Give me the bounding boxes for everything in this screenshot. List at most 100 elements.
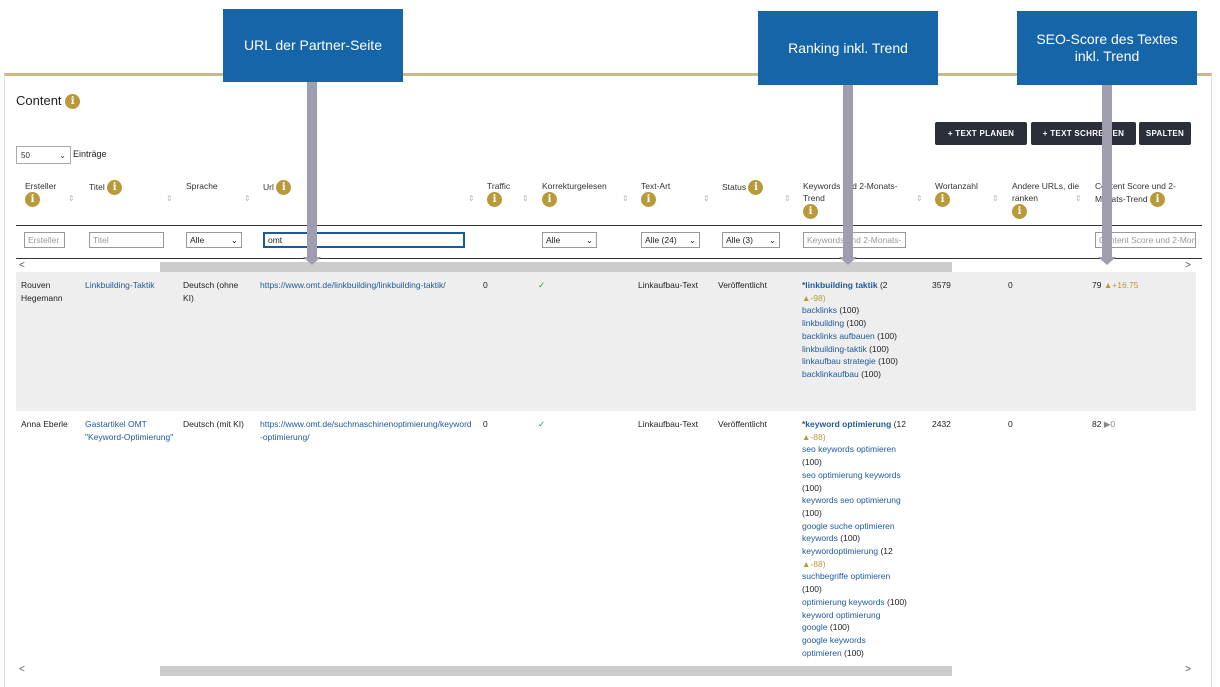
arrow-url bbox=[303, 82, 321, 265]
keyword-item[interactable]: (100) bbox=[802, 583, 922, 596]
url-link[interactable]: https://www.omt.de/linkbuilding/linkbuil… bbox=[260, 279, 472, 292]
sort-icon[interactable]: ⇕ bbox=[916, 194, 923, 203]
header-divider bbox=[16, 225, 1202, 226]
header-proofread[interactable]: Korrekturgelesen i bbox=[542, 180, 607, 207]
keyword-item[interactable]: keyword optimierung bbox=[802, 609, 922, 622]
sort-icon[interactable]: ⇕ bbox=[244, 194, 251, 203]
other-urls-cell: 0 bbox=[1008, 280, 1013, 290]
write-text-button[interactable]: + TEXT SCHREIBEN bbox=[1031, 122, 1136, 145]
info-icon[interactable]: i bbox=[107, 180, 123, 195]
keyword-item[interactable]: google suche optimieren bbox=[802, 520, 922, 533]
callout-seo: SEO-Score des Textes inkl. Trend bbox=[1017, 11, 1197, 85]
sort-icon[interactable]: ⇕ bbox=[68, 194, 75, 203]
sort-icon[interactable]: ⇕ bbox=[784, 194, 791, 203]
keyword-item[interactable]: google keywords bbox=[802, 634, 922, 647]
plan-text-button[interactable]: + TEXT PLANEN bbox=[935, 122, 1027, 145]
info-icon[interactable]: i bbox=[542, 192, 557, 207]
info-icon[interactable]: i bbox=[803, 204, 818, 219]
filter-type[interactable]: Alle (24) ⌄ bbox=[641, 232, 700, 248]
creator-cell: Anna Eberle bbox=[21, 419, 68, 429]
info-icon[interactable]: i bbox=[1012, 204, 1027, 219]
keyword-item[interactable]: linkaufbau strategie (100) bbox=[802, 355, 922, 368]
header-traffic[interactable]: Traffic i bbox=[487, 180, 510, 207]
keyword-item[interactable]: backlinkaufbau (100) bbox=[802, 368, 922, 381]
header-other-urls[interactable]: Andere URLs, die ranken i bbox=[1012, 180, 1082, 219]
words-cell: 3579 bbox=[932, 280, 951, 290]
info-icon[interactable]: i bbox=[65, 94, 81, 110]
creator-cell: Rouven Hegemann bbox=[21, 280, 63, 303]
sort-icon[interactable]: ⇕ bbox=[1075, 194, 1082, 203]
filter-keywords[interactable]: Keywords und 2-Monats- bbox=[803, 232, 906, 248]
info-icon[interactable]: i bbox=[487, 192, 502, 207]
sort-icon[interactable]: ⇕ bbox=[522, 194, 529, 203]
keyword-item[interactable]: suchbegriffe optimieren bbox=[802, 570, 922, 583]
filter-status[interactable]: Alle (3) ⌄ bbox=[722, 232, 780, 248]
header-title[interactable]: Titel i bbox=[89, 180, 123, 195]
keyword-item[interactable]: keywordoptimierung (12 bbox=[802, 545, 922, 558]
filter-url[interactable]: omt bbox=[263, 232, 465, 248]
status-cell: Veröffentlicht bbox=[718, 280, 767, 290]
keyword-item[interactable]: optimieren (100) bbox=[802, 647, 922, 660]
keyword-item[interactable]: keywords seo optimierung bbox=[802, 494, 922, 507]
keyword-item[interactable]: optimierung keywords (100) bbox=[802, 596, 922, 609]
trend-indicator: ▶0 bbox=[1103, 419, 1116, 429]
arrow-ranking bbox=[839, 85, 857, 265]
keywords-cell: *keyword optimierung (12 ▲-88) seo keywo… bbox=[802, 418, 922, 659]
check-icon: ✓ bbox=[538, 280, 546, 290]
header-words[interactable]: Wortanzahl i bbox=[935, 180, 978, 207]
keyword-item[interactable]: (100) bbox=[802, 482, 922, 495]
header-type[interactable]: Text-Art i bbox=[641, 180, 670, 207]
traffic-cell: 0 bbox=[483, 280, 488, 290]
keyword-item[interactable]: ▲-88) bbox=[802, 558, 922, 571]
filter-title[interactable]: Titel bbox=[89, 232, 164, 248]
keyword-item[interactable]: seo keywords optimieren bbox=[802, 443, 922, 456]
info-icon[interactable]: i bbox=[641, 192, 656, 207]
keyword-item[interactable]: seo optimierung keywords bbox=[802, 469, 922, 482]
chevron-down-icon: ⌄ bbox=[59, 150, 66, 160]
entries-label: Einträge bbox=[73, 149, 107, 159]
title-link[interactable]: Gastartikel OMT "Keyword-Optimierung" bbox=[85, 418, 177, 443]
info-icon[interactable]: i bbox=[748, 180, 764, 195]
horizontal-scrollbar-bottom[interactable]: < > bbox=[16, 664, 1196, 676]
info-icon[interactable]: i bbox=[935, 192, 950, 207]
keyword-item[interactable]: (100) bbox=[802, 456, 922, 469]
type-cell: Linkaufbau-Text bbox=[638, 280, 699, 290]
entries-select[interactable]: 50 ⌄ bbox=[16, 146, 71, 164]
header-language[interactable]: Sprache bbox=[186, 180, 218, 192]
info-icon[interactable]: i bbox=[25, 192, 40, 207]
main-keyword[interactable]: *linkbuilding taktik bbox=[802, 280, 878, 290]
filter-proofread[interactable]: Alle ⌄ bbox=[542, 232, 597, 248]
sort-icon[interactable]: ⇕ bbox=[468, 194, 475, 203]
keyword-item[interactable]: backlinks (100) bbox=[802, 304, 922, 317]
title-link[interactable]: Linkbuilding-Taktik bbox=[85, 279, 175, 292]
header-keywords[interactable]: Keywords und 2-Monats-Trendi bbox=[803, 180, 913, 219]
score-cell: 79 ▲+16.75 bbox=[1092, 280, 1139, 290]
main-keyword[interactable]: *keyword optimierung bbox=[802, 419, 891, 429]
info-icon[interactable]: i bbox=[276, 180, 292, 195]
keyword-item[interactable]: keywords (100) bbox=[802, 532, 922, 545]
trend-indicator: ▲-98) bbox=[802, 292, 826, 303]
keyword-item[interactable]: linkbuilding-taktik (100) bbox=[802, 343, 922, 356]
header-url[interactable]: Url i bbox=[263, 180, 292, 195]
words-cell: 2432 bbox=[932, 419, 951, 429]
callout-url: URL der Partner-Seite bbox=[223, 9, 403, 82]
keyword-item[interactable]: google (100) bbox=[802, 621, 922, 634]
filter-creator[interactable]: Ersteller bbox=[24, 232, 65, 248]
sort-icon[interactable]: ⇕ bbox=[703, 194, 710, 203]
horizontal-scrollbar-top[interactable]: < > bbox=[16, 260, 1196, 272]
arrow-seo bbox=[1098, 85, 1116, 265]
sort-icon[interactable]: ⇕ bbox=[622, 194, 629, 203]
other-urls-cell: 0 bbox=[1008, 419, 1013, 429]
sort-icon[interactable]: ⇕ bbox=[992, 194, 999, 203]
keyword-item[interactable]: backlinks aufbauen (100) bbox=[802, 330, 922, 343]
header-status[interactable]: Status i bbox=[722, 180, 764, 195]
info-icon[interactable]: i bbox=[1149, 192, 1165, 207]
keyword-item[interactable]: (100) bbox=[802, 507, 922, 520]
sort-icon[interactable]: ⇕ bbox=[166, 194, 173, 203]
columns-button[interactable]: SPALTEN bbox=[1139, 122, 1191, 145]
header-creator[interactable]: Ersteller i bbox=[25, 180, 56, 207]
trend-indicator: ▲-88) bbox=[802, 431, 826, 442]
filter-language[interactable]: Alle ⌄ bbox=[186, 232, 242, 248]
keyword-item[interactable]: linkbuilding (100) bbox=[802, 317, 922, 330]
url-link[interactable]: https://www.omt.de/suchmaschinenoptimier… bbox=[260, 418, 472, 443]
